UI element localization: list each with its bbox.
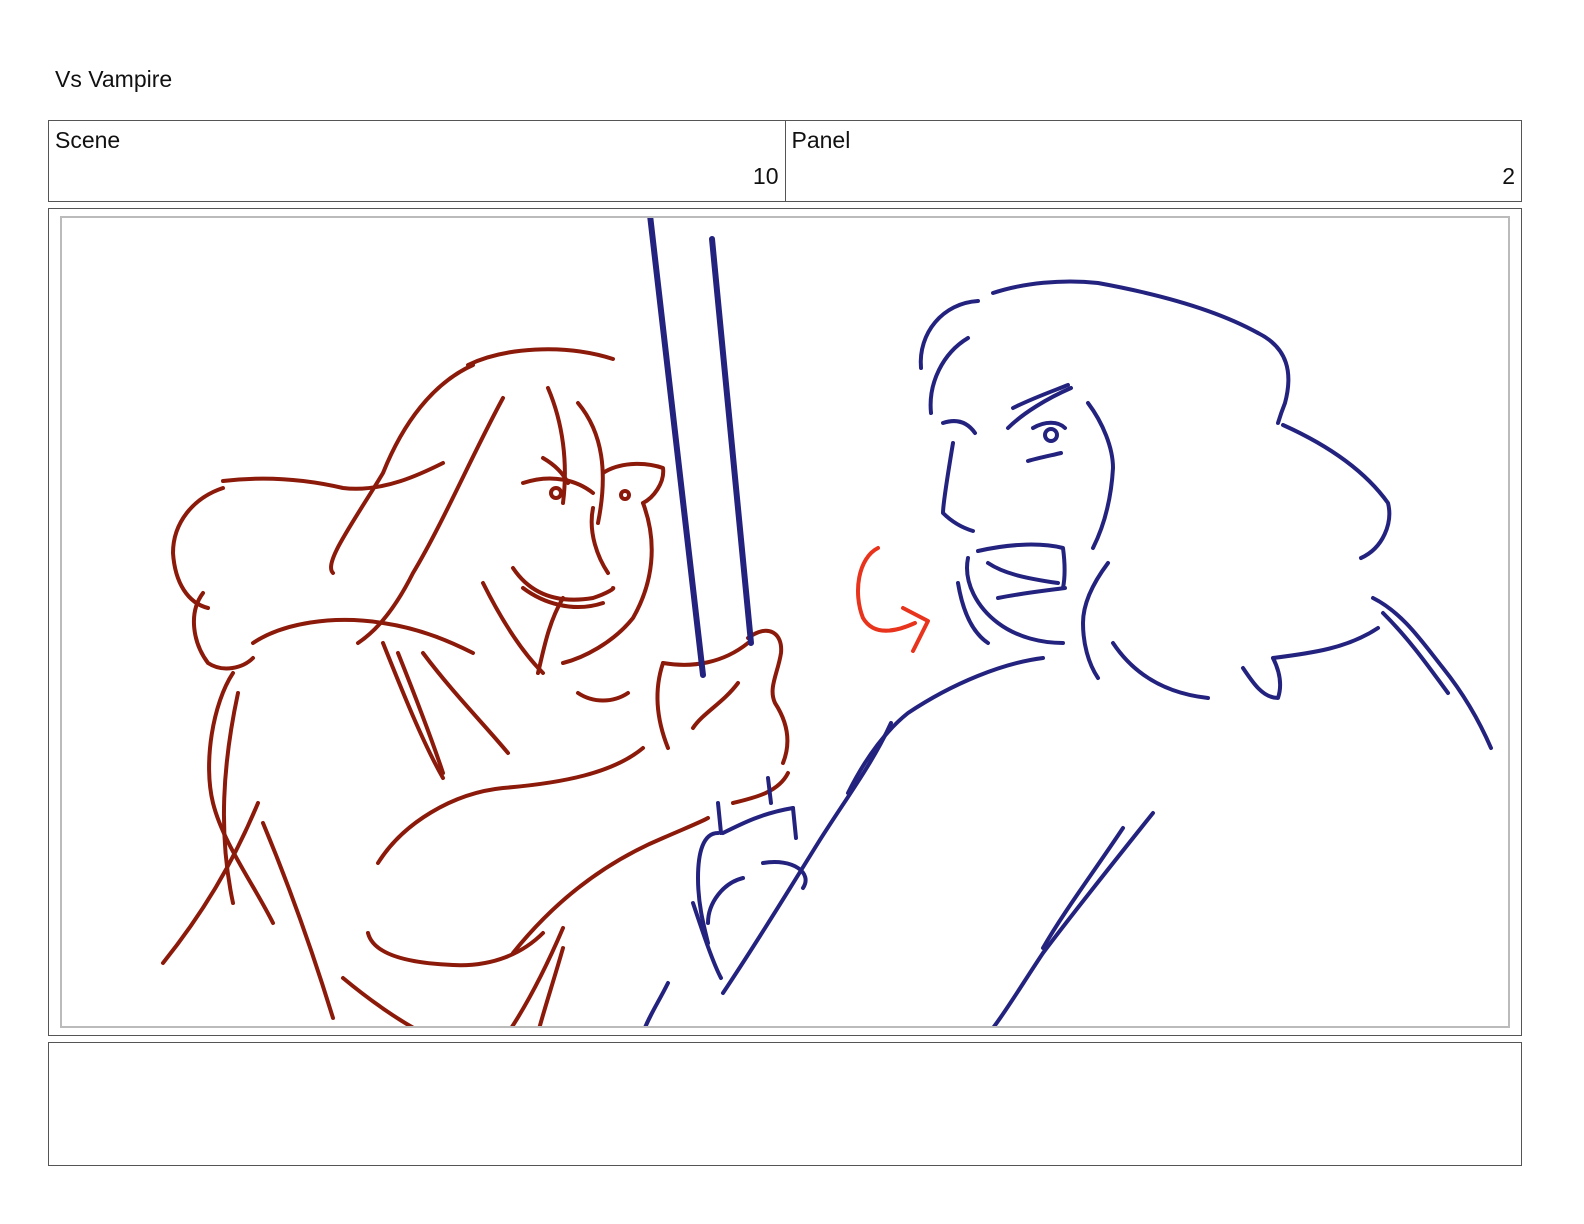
- motion-arrow-sketch: [856, 546, 930, 653]
- sketch-artwork: [161, 218, 1493, 1026]
- vampire-figure-sketch: [161, 347, 790, 1026]
- storyboard-title: Vs Vampire: [55, 66, 173, 92]
- panel-notes-box: [48, 1042, 1522, 1166]
- panel-number: 2: [1502, 163, 1515, 189]
- storyboard-panel-frame: [48, 208, 1522, 1036]
- sword-sketch: [647, 218, 754, 678]
- scene-number: 10: [752, 163, 779, 189]
- scene-cell: Scene 10: [49, 121, 785, 201]
- scene-panel-header: Scene 10 Panel 2: [48, 120, 1522, 202]
- panel-cell: Panel 2: [784, 121, 1522, 201]
- scene-label: Scene: [55, 127, 121, 153]
- panel-label: Panel: [791, 127, 851, 153]
- hero-figure-sketch: [643, 279, 1493, 1026]
- panel-drawing-area: [60, 216, 1510, 1028]
